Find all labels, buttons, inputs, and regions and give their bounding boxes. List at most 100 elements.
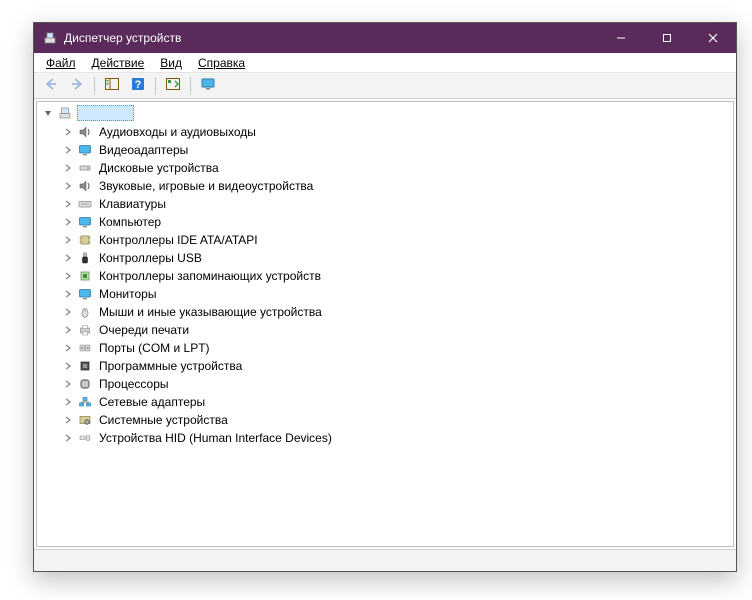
speaker-icon (77, 178, 93, 194)
keyboard-icon (77, 196, 93, 212)
device-tree: —————— Аудиовходы и аудиовыходы Видеоадап… (41, 104, 729, 447)
expand-icon[interactable] (61, 125, 75, 139)
maximize-button[interactable] (644, 23, 690, 53)
expand-icon[interactable] (61, 197, 75, 211)
back-button[interactable] (40, 75, 62, 97)
computer-name-label: —————— (77, 105, 134, 121)
gear-board-icon (77, 412, 93, 428)
device-manager-window: Диспетчер устройств Файл Действие Вид Сп… (33, 22, 737, 572)
category-label: Мыши и иные указывающие устройства (97, 305, 322, 319)
category-label: Сетевые адаптеры (97, 395, 205, 409)
computer-icon (57, 105, 73, 121)
help-button[interactable]: ? (127, 75, 149, 97)
category-label: Дисковые устройства (97, 161, 219, 175)
tree-root-node[interactable]: —————— (41, 104, 729, 122)
expand-icon[interactable] (61, 413, 75, 427)
menu-view[interactable]: Вид (152, 55, 190, 71)
category-display[interactable]: Видеоадаптеры (61, 141, 729, 159)
category-label: Аудиовходы и аудиовыходы (97, 125, 256, 139)
category-printq[interactable]: Очереди печати (61, 321, 729, 339)
category-monitor[interactable]: Мониторы (61, 285, 729, 303)
expand-icon[interactable] (61, 215, 75, 229)
expand-icon[interactable] (61, 305, 75, 319)
category-label: Процессоры (97, 377, 169, 391)
menu-action[interactable]: Действие (84, 55, 153, 71)
toolbar-separator (94, 77, 95, 95)
monitor-blue-icon (77, 214, 93, 230)
category-keyboard[interactable]: Клавиатуры (61, 195, 729, 213)
expand-icon[interactable] (61, 269, 75, 283)
category-software[interactable]: Программные устройства (61, 357, 729, 375)
console-tree-icon (104, 76, 120, 95)
category-label: Программные устройства (97, 359, 242, 373)
mouse-icon (77, 304, 93, 320)
expand-icon[interactable] (61, 377, 75, 391)
monitor-blue-icon (77, 142, 93, 158)
close-button[interactable] (690, 23, 736, 53)
svg-text:?: ? (135, 79, 142, 91)
menubar: Файл Действие Вид Справка (34, 53, 736, 73)
show-hide-console-button[interactable] (101, 75, 123, 97)
chip-dark-icon (77, 358, 93, 374)
category-ports[interactable]: Порты (COM и LPT) (61, 339, 729, 357)
category-label: Мониторы (97, 287, 156, 301)
expand-icon[interactable] (61, 395, 75, 409)
scan-icon (165, 76, 181, 95)
expand-icon[interactable] (61, 287, 75, 301)
chip-green-icon (77, 268, 93, 284)
expand-icon[interactable] (61, 323, 75, 337)
expand-icon[interactable] (61, 143, 75, 157)
category-label: Контроллеры запоминающих устройств (97, 269, 321, 283)
arrow-left-icon (43, 76, 59, 95)
monitor-icon (200, 76, 216, 95)
menu-file[interactable]: Файл (38, 55, 84, 71)
toolbar-separator (190, 77, 191, 95)
menu-help[interactable]: Справка (190, 55, 253, 71)
category-list: Аудиовходы и аудиовыходы Видеоадаптеры Дис… (41, 123, 729, 447)
expand-icon[interactable] (61, 161, 75, 175)
minimize-button[interactable] (598, 23, 644, 53)
expand-icon[interactable] (61, 359, 75, 373)
category-cpu[interactable]: Процессоры (61, 375, 729, 393)
forward-button[interactable] (66, 75, 88, 97)
expand-icon[interactable] (61, 233, 75, 247)
usb-icon (77, 250, 93, 266)
category-ide[interactable]: Контроллеры IDE ATA/ATAPI (61, 231, 729, 249)
drive-icon (77, 160, 93, 176)
expand-icon[interactable] (61, 179, 75, 193)
category-mouse[interactable]: Мыши и иные указывающие устройства (61, 303, 729, 321)
category-network[interactable]: Сетевые адаптеры (61, 393, 729, 411)
toolbar: ? (34, 73, 736, 99)
category-label: Контроллеры USB (97, 251, 202, 265)
device-tree-panel[interactable]: —————— Аудиовходы и аудиовыходы Видеоадап… (36, 101, 734, 547)
window-title: Диспетчер устройств (64, 31, 598, 45)
category-computer[interactable]: Компьютер (61, 213, 729, 231)
arrow-right-icon (69, 76, 85, 95)
category-audio[interactable]: Аудиовходы и аудиовыходы (61, 123, 729, 141)
category-usb[interactable]: Контроллеры USB (61, 249, 729, 267)
port-icon (77, 340, 93, 356)
category-hid[interactable]: Устройства HID (Human Interface Devices) (61, 429, 729, 447)
category-storage[interactable]: Контроллеры запоминающих устройств (61, 267, 729, 285)
category-label: Очереди печати (97, 323, 189, 337)
monitor-computer-button[interactable] (197, 75, 219, 97)
category-label: Контроллеры IDE ATA/ATAPI (97, 233, 258, 247)
expand-icon[interactable] (61, 431, 75, 445)
speaker-icon (77, 124, 93, 140)
category-sound[interactable]: Звуковые, игровые и видеоустройства (61, 177, 729, 195)
statusbar (34, 549, 736, 571)
collapse-icon[interactable] (41, 106, 55, 120)
category-label: Звуковые, игровые и видеоустройства (97, 179, 313, 193)
monitor-blue-icon (77, 286, 93, 302)
toolbar-separator (155, 77, 156, 95)
category-disk[interactable]: Дисковые устройства (61, 159, 729, 177)
category-label: Порты (COM и LPT) (97, 341, 210, 355)
scan-hardware-button[interactable] (162, 75, 184, 97)
hid-icon (77, 430, 93, 446)
expand-icon[interactable] (61, 341, 75, 355)
titlebar: Диспетчер устройств (34, 23, 736, 53)
help-icon: ? (130, 76, 146, 95)
category-system[interactable]: Системные устройства (61, 411, 729, 429)
app-icon (42, 30, 58, 46)
expand-icon[interactable] (61, 251, 75, 265)
